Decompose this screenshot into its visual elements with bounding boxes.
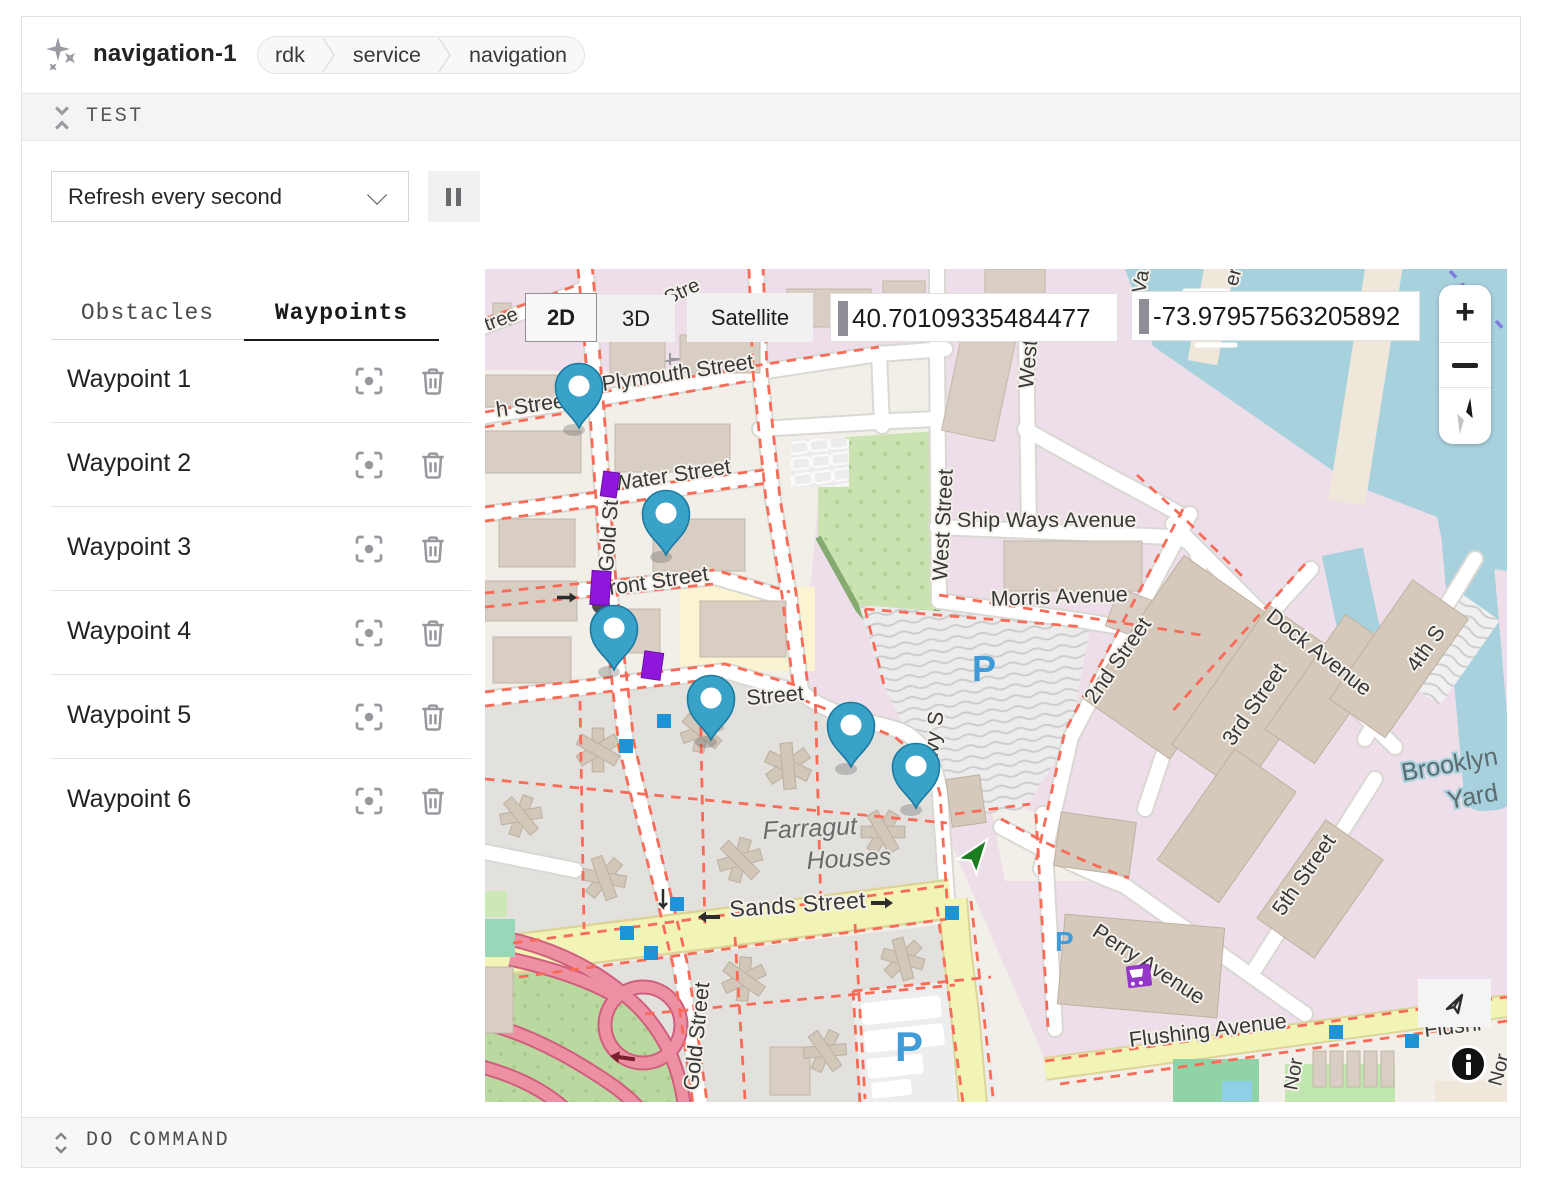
svg-text:Street: Street — [745, 681, 804, 710]
svg-text:P: P — [972, 648, 996, 689]
svg-text:West: West — [1014, 339, 1042, 390]
svg-text:P: P — [1055, 926, 1074, 957]
svg-text:Houses: Houses — [806, 843, 892, 875]
svg-text:Gold St: Gold St — [594, 499, 623, 572]
svg-text:Farragut: Farragut — [762, 812, 859, 845]
svg-text:Morris Avenue: Morris Avenue — [990, 582, 1128, 611]
svg-text:Ship Ways Avenue: Ship Ways Avenue — [957, 508, 1136, 532]
svg-text:P: P — [895, 1023, 923, 1070]
